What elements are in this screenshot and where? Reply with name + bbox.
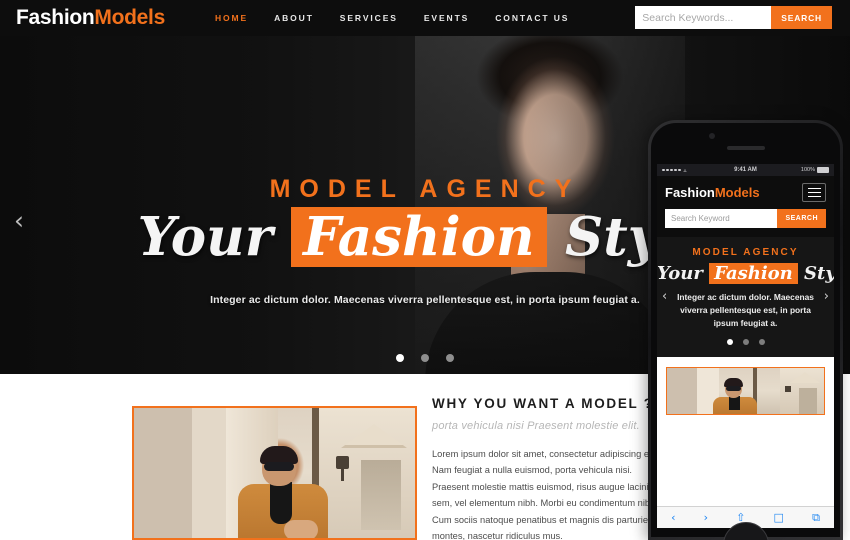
- image-lamp: [336, 456, 349, 469]
- phone-hero-kicker: MODEL AGENCY: [692, 247, 799, 258]
- bookmarks-icon[interactable]: □: [774, 512, 784, 523]
- logo-part-models: Models: [94, 6, 165, 29]
- phone-hero-title-your: Your: [657, 263, 703, 284]
- phone-hero-dot-2[interactable]: [742, 339, 749, 345]
- phone-search-button[interactable]: SEARCH: [777, 209, 826, 228]
- phone-hero-prev-arrow-icon[interactable]: ‹: [662, 289, 667, 304]
- nav-item-events[interactable]: EVENTS: [424, 13, 469, 23]
- image-wall-left: [134, 408, 192, 538]
- phone-mockup: ▵ 9:41 AM 100% FashionModels SEARCH: [648, 120, 843, 540]
- phone-hero-title-style: Style: [804, 263, 834, 284]
- phone-search-input[interactable]: [665, 209, 778, 228]
- phone-site-logo[interactable]: FashionModels: [665, 185, 760, 200]
- phone-hero-title: Your Fashion Style: [657, 263, 834, 284]
- phone-hero-next-arrow-icon[interactable]: ›: [824, 289, 829, 304]
- header-search: SEARCH: [635, 6, 832, 29]
- phone-logo-part-models: Models: [714, 185, 760, 200]
- phone-search: SEARCH: [657, 209, 834, 237]
- hero-prev-arrow-icon[interactable]: ‹: [8, 208, 30, 234]
- image-wall-mid: [192, 408, 226, 538]
- search-button[interactable]: SEARCH: [771, 6, 832, 29]
- tabs-icon[interactable]: ⧉: [812, 512, 820, 523]
- phone-image-model-shirt: [729, 396, 740, 410]
- main-navigation: HOME ABOUT SERVICES EVENTS CONTACT US: [215, 13, 595, 23]
- nav-item-contact-us[interactable]: CONTACT US: [495, 13, 569, 23]
- phone-hero-slider: MODEL AGENCY Your Fashion Style Integer …: [657, 237, 834, 357]
- phone-hero-subtitle: Integer ac dictum dolor. Maecenas viverr…: [677, 292, 814, 328]
- phone-image-wall: [667, 368, 697, 414]
- phone-camera: [708, 133, 715, 139]
- phone-speaker: [726, 146, 765, 150]
- logo-part-fashion: Fashion: [16, 6, 95, 29]
- phone-image-lamp: [785, 386, 791, 392]
- about-title: WHY YOU WANT A MODEL ?: [432, 396, 654, 411]
- phone-site-header: FashionModels: [657, 176, 834, 209]
- phone-hero-dots: [657, 339, 834, 345]
- forward-icon[interactable]: ›: [704, 512, 708, 523]
- hero-dot-3[interactable]: [446, 354, 454, 362]
- about-subtitle: porta vehicula nisi Praesent molestie el…: [432, 420, 640, 432]
- phone-logo-part-fashion: Fashion: [665, 185, 715, 200]
- hero-title-your: Your: [137, 206, 273, 268]
- about-text-column: WHY YOU WANT A MODEL ? porta vehicula ni…: [432, 396, 660, 540]
- about-body-text: Lorem ipsum dolor sit amet, consectetur …: [432, 449, 659, 540]
- phone-feature-image: [666, 367, 825, 415]
- phone-image-model-sunglasses: [726, 386, 741, 391]
- phone-image-window: [799, 388, 817, 414]
- hero-dot-1[interactable]: [396, 354, 404, 362]
- nav-item-services[interactable]: SERVICES: [340, 13, 398, 23]
- search-input[interactable]: [635, 6, 772, 29]
- about-feature-image: [132, 406, 417, 540]
- back-icon[interactable]: ‹: [671, 512, 675, 523]
- image-model-hands: [284, 520, 318, 538]
- image-window: [361, 460, 401, 530]
- image-model-shirt: [270, 482, 292, 524]
- nav-item-about[interactable]: ABOUT: [274, 13, 314, 23]
- page-root: FashionModels HOME ABOUT SERVICES EVENTS…: [0, 0, 850, 540]
- phone-status-bar: ▵ 9:41 AM 100%: [657, 164, 834, 176]
- hamburger-menu-icon[interactable]: [802, 183, 826, 202]
- image-model-sunglasses: [264, 462, 294, 471]
- phone-content-area: [657, 357, 834, 425]
- phone-hero-dot-3[interactable]: [758, 339, 765, 345]
- phone-hero-title-fashion: Fashion: [709, 263, 798, 284]
- site-logo[interactable]: FashionModels: [16, 6, 165, 30]
- image-lamp-stem: [341, 469, 344, 481]
- phone-screen: ▵ 9:41 AM 100% FashionModels SEARCH: [657, 164, 834, 528]
- site-header: FashionModels HOME ABOUT SERVICES EVENTS…: [0, 0, 850, 36]
- nav-item-home[interactable]: HOME: [215, 13, 248, 23]
- hero-dot-2[interactable]: [421, 354, 429, 362]
- phone-clock: 9:41 AM: [734, 167, 757, 173]
- phone-hero-dot-1[interactable]: [726, 339, 733, 345]
- hero-title-fashion: Fashion: [291, 207, 547, 267]
